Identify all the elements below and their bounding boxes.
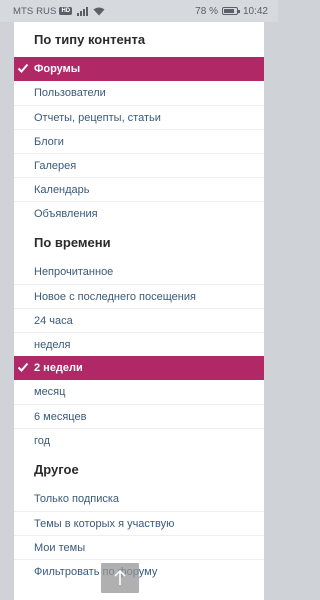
- filter-item-label: 6 месяцев: [34, 410, 87, 423]
- filter-item-label: Блоги: [34, 135, 64, 148]
- filter-item-24-hours[interactable]: 24 часа: [14, 308, 264, 332]
- filter-item-label: Новое с последнего посещения: [34, 290, 196, 303]
- filter-item-reports[interactable]: Отчеты, рецепты, статьи: [14, 105, 264, 129]
- filter-item-users[interactable]: Пользователи: [14, 81, 264, 105]
- filter-item-label: Объявления: [34, 207, 98, 220]
- filter-item-label: год: [34, 434, 51, 447]
- checkmark-icon: [17, 63, 29, 73]
- arrow-up-icon: [114, 570, 126, 585]
- filter-item-label: Непрочитанное: [34, 266, 114, 278]
- filter-item-label: Галерея: [34, 159, 77, 172]
- filter-item-since-last-visit[interactable]: Новое с последнего посещения: [14, 284, 264, 308]
- filter-item-by-forum[interactable]: Фильтровать по форуму: [14, 559, 264, 583]
- wifi-icon: [93, 7, 105, 15]
- filter-item-2-weeks[interactable]: 2 недели: [14, 356, 264, 380]
- filter-item-6-months[interactable]: 6 месяцев: [14, 404, 264, 428]
- filter-item-year[interactable]: год: [14, 428, 264, 452]
- filter-item-label: неделя: [34, 338, 71, 351]
- filter-item-label: 2 недели: [34, 362, 83, 374]
- filter-item-label: Форумы: [34, 63, 81, 75]
- section-title-time: По времени: [34, 235, 111, 250]
- filter-item-participating[interactable]: Темы в которых я участвую: [14, 511, 264, 535]
- battery-icon: [221, 7, 240, 15]
- search-filter-panel: По типу контента Форумы Пользователи Отч…: [14, 22, 264, 600]
- filter-item-label: Мои темы: [34, 541, 86, 554]
- filter-item-gallery[interactable]: Галерея: [14, 153, 264, 177]
- filter-item-label: 24 часа: [34, 314, 73, 327]
- filter-item-my-topics[interactable]: Мои темы: [14, 535, 264, 559]
- signal-icon: [77, 6, 89, 16]
- filter-item-label: Календарь: [34, 183, 90, 196]
- filter-item-label: Только подписка: [34, 493, 120, 505]
- filter-item-classifieds[interactable]: Объявления: [14, 201, 264, 225]
- battery-percent: 78 %: [195, 5, 218, 17]
- filter-item-calendar[interactable]: Календарь: [14, 177, 264, 201]
- network-badge: HD: [59, 7, 73, 15]
- filter-item-label: Отчеты, рецепты, статьи: [34, 111, 161, 124]
- filter-item-blogs[interactable]: Блоги: [14, 129, 264, 153]
- filter-item-month[interactable]: месяц: [14, 380, 264, 404]
- carrier-label: MTS RUS: [13, 5, 57, 17]
- status-bar: MTS RUS HD 78 % 10:42: [0, 0, 278, 22]
- filter-item-week[interactable]: неделя: [14, 332, 264, 356]
- filter-item-label: Пользователи: [34, 87, 106, 99]
- filter-item-label: Темы в которых я участвую: [34, 517, 175, 530]
- scroll-to-top-button[interactable]: [101, 563, 139, 593]
- clock: 10:42: [242, 5, 268, 17]
- section-title-other: Другое: [34, 462, 79, 477]
- checkmark-icon: [17, 362, 29, 372]
- filter-item-subscribed-only[interactable]: Только подписка: [14, 487, 264, 511]
- section-title-content-type: По типу контента: [34, 32, 146, 47]
- filter-item-forums[interactable]: Форумы: [14, 57, 264, 81]
- filter-item-label: месяц: [34, 386, 66, 398]
- filter-item-unread[interactable]: Непрочитанное: [14, 260, 264, 284]
